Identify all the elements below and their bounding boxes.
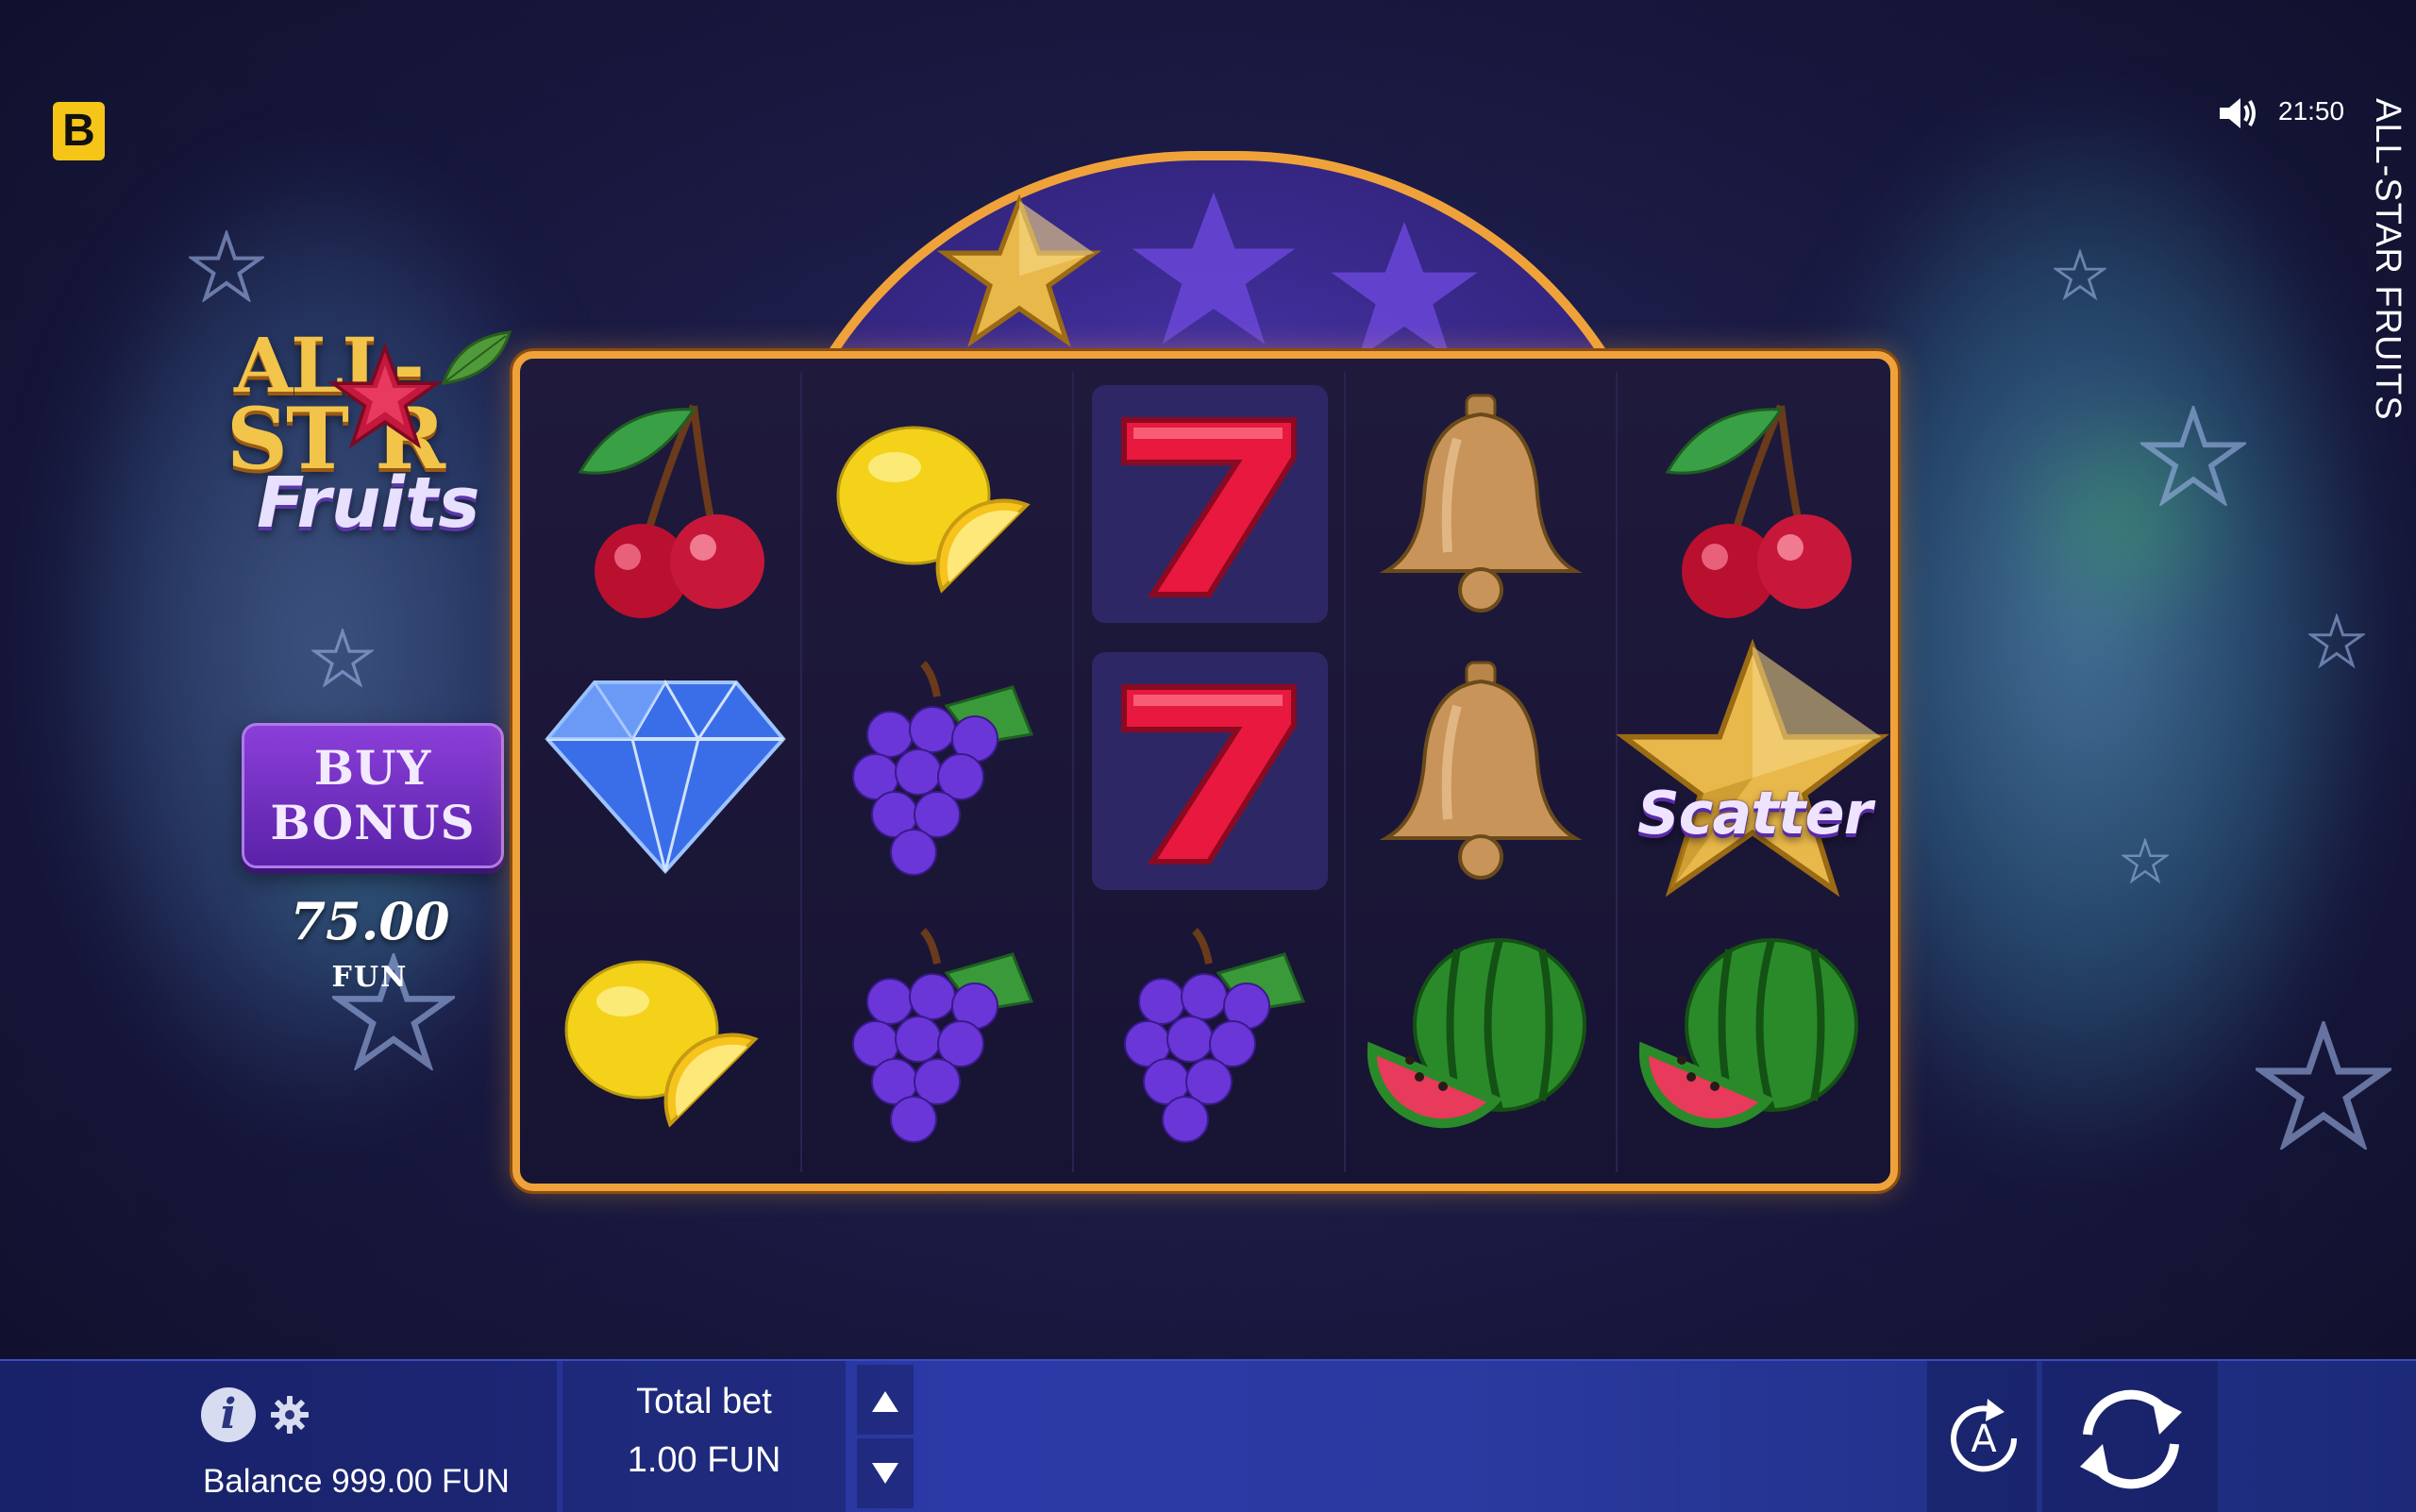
logo-leaf-icon <box>441 330 512 385</box>
increase-bet-button[interactable] <box>857 1365 914 1435</box>
game-logo: ALL- ST R Fruits <box>217 321 528 557</box>
reel-divider <box>800 372 802 1172</box>
symbol-seven <box>1077 372 1341 638</box>
symbol-seven <box>1077 639 1341 905</box>
grapes-icon <box>852 661 1034 876</box>
reel-divider <box>1072 372 1074 1172</box>
symbol-grapes <box>805 639 1069 905</box>
symbol-grapes <box>1077 906 1341 1172</box>
grapes-icon <box>1124 928 1306 1143</box>
reel-column-3 <box>1077 372 1341 1172</box>
watermelon-icon <box>1367 938 1586 1129</box>
reel-grid: Scatter <box>512 351 1898 1191</box>
symbol-grapes <box>805 906 1069 1172</box>
symbol-diamond <box>533 639 797 905</box>
bonus-price: 75.00 <box>290 891 450 951</box>
symbol-scatter: Scatter <box>1616 639 1889 905</box>
bell-icon <box>1379 661 1583 880</box>
symbol-watermelon <box>1349 906 1613 1172</box>
scatter-star-icon <box>1616 639 1889 898</box>
symbol-cherry <box>533 372 797 638</box>
symbol-lemon <box>533 906 797 1172</box>
buy-bonus-label-line2: BONUS <box>270 795 476 850</box>
seven-icon <box>1121 417 1297 597</box>
autoplay-glyph: A <box>1971 1418 1997 1461</box>
spin-icon <box>2080 1389 2182 1489</box>
progress-star-unlit-icon <box>1331 221 1478 359</box>
clock: 21:50 <box>2278 96 2345 126</box>
symbol-bell <box>1349 372 1613 638</box>
reel-column-5: Scatter <box>1616 372 1889 1172</box>
arrow-up-icon <box>872 1391 898 1412</box>
scatter-label: Scatter <box>1637 779 1872 848</box>
gear-icon[interactable] <box>270 1395 310 1435</box>
decrease-bet-button[interactable] <box>857 1438 914 1508</box>
progress-star-unlit-icon <box>1132 192 1296 344</box>
bell-icon <box>1379 394 1583 613</box>
progress-star-lit-icon <box>936 194 1102 347</box>
bonus-currency: FUN <box>331 961 409 994</box>
brand-logo-badge: B <box>53 102 105 160</box>
background-star-icon <box>186 227 267 306</box>
game-title: ALL-STAR FRUITS <box>2368 98 2408 421</box>
cherry-icon <box>578 404 764 618</box>
info-icon[interactable]: i <box>201 1387 256 1442</box>
background-star-icon <box>2138 402 2249 510</box>
background-star-icon <box>2307 612 2367 672</box>
background-star-icon <box>2052 247 2108 304</box>
buy-bonus-label-line1: BUY <box>313 740 432 796</box>
bottom-control-bar: i Balance 999.00 FUN Total bet 1.00 FUN … <box>0 1359 2416 1512</box>
total-bet-value: 1.00 FUN <box>627 1440 781 1480</box>
logo-text-line3: Fruits <box>257 462 480 544</box>
cherry-icon <box>1665 404 1852 618</box>
background-star-icon <box>2120 836 2171 887</box>
arrow-down-icon <box>872 1463 898 1484</box>
background-star-icon <box>2252 1017 2395 1153</box>
total-bet-label: Total bet <box>636 1382 772 1421</box>
symbol-cherry <box>1620 372 1885 638</box>
autoplay-button[interactable]: A <box>1937 1391 2031 1486</box>
grapes-icon <box>852 928 1034 1143</box>
spin-button[interactable] <box>2065 1378 2197 1501</box>
speaker-icon[interactable] <box>2218 94 2259 132</box>
lemon-icon <box>564 960 759 1128</box>
logo-star-icon <box>328 342 442 449</box>
reel-column-1 <box>533 372 797 1172</box>
reel-column-4 <box>1349 372 1613 1172</box>
reel-column-2 <box>805 372 1069 1172</box>
lemon-icon <box>836 426 1031 594</box>
balance-display: Balance 999.00 FUN <box>203 1463 510 1500</box>
symbol-watermelon <box>1620 906 1885 1172</box>
symbol-bell <box>1349 639 1613 905</box>
watermelon-icon <box>1638 938 1858 1129</box>
buy-bonus-button[interactable]: BUY BONUS <box>242 723 504 868</box>
symbol-lemon <box>805 372 1069 638</box>
diamond-icon <box>545 680 786 875</box>
background-star-icon <box>310 627 376 691</box>
autoplay-icon: A <box>1951 1399 2018 1472</box>
reel-divider <box>1344 372 1346 1172</box>
seven-icon <box>1121 684 1297 865</box>
